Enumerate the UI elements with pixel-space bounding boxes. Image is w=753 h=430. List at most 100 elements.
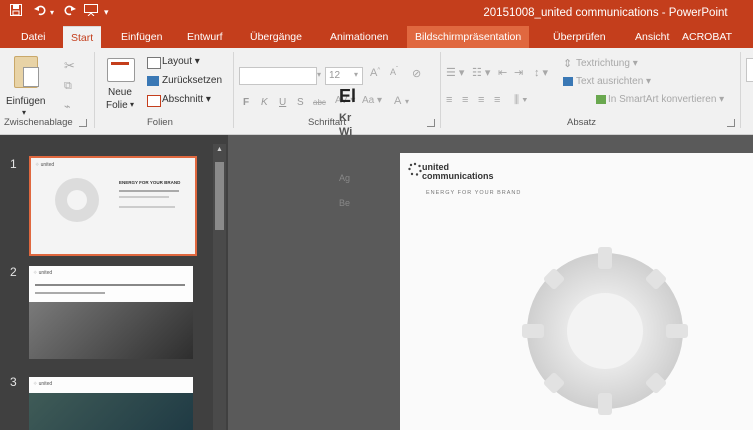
thumb-text-line: [35, 284, 185, 286]
start-slideshow-icon[interactable]: [84, 4, 98, 19]
decrease-indent-icon[interactable]: ⇤: [498, 66, 507, 79]
tab-datei[interactable]: Datei: [21, 26, 46, 48]
bold-button[interactable]: F: [243, 97, 249, 108]
thumb-text-line: [119, 196, 169, 198]
reset-icon[interactable]: [147, 76, 159, 86]
section-button[interactable]: Abschnitt ▾: [162, 94, 211, 105]
undo-icon[interactable]: [34, 4, 46, 19]
layout-icon[interactable]: [147, 57, 161, 69]
ribbon: Einfügen ▾ ✂ ⧉ ⌁ Zwischenablage Neue Fol…: [0, 48, 753, 135]
convert-smartart-button[interactable]: In SmartArt konvertieren ▾: [608, 94, 724, 105]
new-slide-button-line2[interactable]: Folie: [106, 100, 128, 111]
italic-button[interactable]: K: [261, 97, 268, 108]
justify-icon[interactable]: ≡: [494, 94, 500, 106]
format-painter-icon[interactable]: ⌁: [64, 100, 71, 113]
copy-icon[interactable]: ⧉: [64, 80, 72, 93]
slide-thumbnail-3[interactable]: ⁘ united: [29, 377, 193, 430]
numbering-icon[interactable]: ☷ ▾: [472, 66, 490, 79]
undo-dropdown-icon[interactable]: ▾: [50, 8, 54, 17]
shrink-font-icon[interactable]: Aˇ: [390, 67, 398, 77]
font-color-dropdown-icon[interactable]: ▾: [405, 97, 409, 106]
smartart-label: In SmartArt konvertieren: [608, 94, 717, 105]
tab-start[interactable]: Start: [63, 26, 102, 49]
new-slide-icon[interactable]: [107, 58, 135, 82]
slide-text-2: Be: [339, 198, 351, 208]
drawing-group-partial[interactable]: [746, 58, 753, 82]
scrollbar-thumb[interactable]: [215, 162, 224, 230]
change-case-icon[interactable]: Aa ▾: [362, 95, 382, 106]
tab-einfuegen[interactable]: Einfügen: [121, 26, 162, 48]
clipboard-group-label: Zwischenablage: [4, 117, 73, 128]
thumb-number-1: 1: [10, 157, 17, 171]
font-launcher-icon[interactable]: [427, 119, 435, 127]
slide-brand: united communications: [422, 163, 494, 181]
paragraph-group-label: Absatz: [567, 117, 597, 128]
scroll-up-icon[interactable]: ▲: [216, 146, 223, 153]
group-separator: [233, 52, 234, 128]
slide-subheading-line2: Wi: [339, 126, 353, 138]
columns-icon[interactable]: ⫼ ▾: [514, 94, 527, 107]
current-slide[interactable]: united communications ENERGY FOR YOUR BR…: [400, 153, 753, 430]
thumb-text-line: [35, 292, 105, 294]
brand-line-2: communications: [422, 171, 494, 181]
section-label: Abschnitt: [162, 94, 204, 105]
align-text-icon[interactable]: [563, 77, 573, 86]
line-spacing-icon[interactable]: ↕ ▾: [534, 66, 548, 79]
text-direction-icon[interactable]: ⇕: [563, 57, 572, 70]
tab-animationen[interactable]: Animationen: [330, 26, 388, 48]
thumb-text-line: [119, 206, 175, 208]
clear-formatting-icon[interactable]: ⊘: [412, 67, 421, 80]
paste-dropdown-icon[interactable]: ▾: [22, 108, 26, 117]
align-left-icon[interactable]: ≡: [446, 94, 452, 106]
align-right-icon[interactable]: ≡: [478, 94, 484, 106]
thumb-title: ENERGY FOR YOUR BRAND: [119, 180, 181, 185]
cut-icon[interactable]: ✂: [64, 58, 75, 74]
grow-font-icon[interactable]: A^: [370, 67, 380, 79]
thumb-logo: ⁘ united: [35, 162, 55, 168]
align-text-button[interactable]: Text ausrichten ▾: [576, 76, 651, 87]
bullets-icon[interactable]: ☰ ▾: [446, 66, 464, 79]
underline-button[interactable]: U: [279, 97, 286, 108]
new-slide-dropdown-icon[interactable]: ▾: [130, 100, 134, 109]
thumb-logo: ⁘ united: [33, 270, 53, 276]
slide-thumbnail-1[interactable]: ⁘ united ENERGY FOR YOUR BRAND: [29, 156, 197, 256]
group-separator: [94, 52, 95, 128]
strikethrough-button[interactable]: abc: [313, 98, 326, 107]
align-center-icon[interactable]: ≡: [462, 94, 468, 106]
redo-icon[interactable]: [64, 4, 76, 19]
font-name-input[interactable]: [239, 67, 317, 85]
tab-bildschirmpraesentation[interactable]: Bildschirmpräsentation: [407, 26, 530, 48]
thumb-number-2: 2: [10, 265, 17, 279]
thumb-text-line: [119, 190, 179, 192]
reset-button[interactable]: Zurücksetzen: [162, 75, 222, 86]
gear-ring-image: [522, 247, 688, 415]
section-icon[interactable]: [147, 95, 161, 107]
paste-icon[interactable]: [14, 56, 39, 88]
tab-ansicht[interactable]: Ansicht: [635, 26, 669, 48]
group-separator: [740, 52, 741, 128]
paragraph-launcher-icon[interactable]: [727, 119, 735, 127]
slide-heading: El: [339, 86, 357, 106]
smartart-icon[interactable]: [596, 95, 606, 104]
thumb-chalkboard-image: [29, 302, 193, 359]
tab-acrobat[interactable]: ACROBAT: [682, 26, 732, 48]
font-size-dropdown-icon[interactable]: ▾: [354, 70, 358, 79]
customize-icon[interactable]: ▾: [104, 7, 109, 18]
clipboard-launcher-icon[interactable]: [79, 119, 87, 127]
slide-thumbnail-2[interactable]: ⁘ united: [29, 266, 193, 359]
slide-subheading-line1: Kr: [339, 112, 352, 124]
tab-entwurf[interactable]: Entwurf: [187, 26, 223, 48]
text-direction-button[interactable]: Textrichtung ▾: [576, 58, 638, 69]
font-name-dropdown-icon[interactable]: ▾: [317, 70, 321, 79]
align-text-label: Text ausrichten: [576, 76, 644, 87]
tab-uebergaenge[interactable]: Übergänge: [250, 26, 302, 48]
paste-button[interactable]: Einfügen: [6, 96, 45, 107]
shadow-button[interactable]: S: [297, 97, 304, 108]
tab-ueberpruefen[interactable]: Überprüfen: [553, 26, 606, 48]
ribbon-tabs: Datei Start Einfügen Entwurf Übergänge A…: [0, 26, 753, 49]
layout-button[interactable]: Layout ▾: [162, 56, 200, 67]
increase-indent-icon[interactable]: ⇥: [514, 66, 523, 79]
new-slide-button-line1[interactable]: Neue: [108, 87, 132, 98]
save-icon[interactable]: [10, 4, 22, 19]
font-color-button[interactable]: A: [394, 95, 401, 107]
